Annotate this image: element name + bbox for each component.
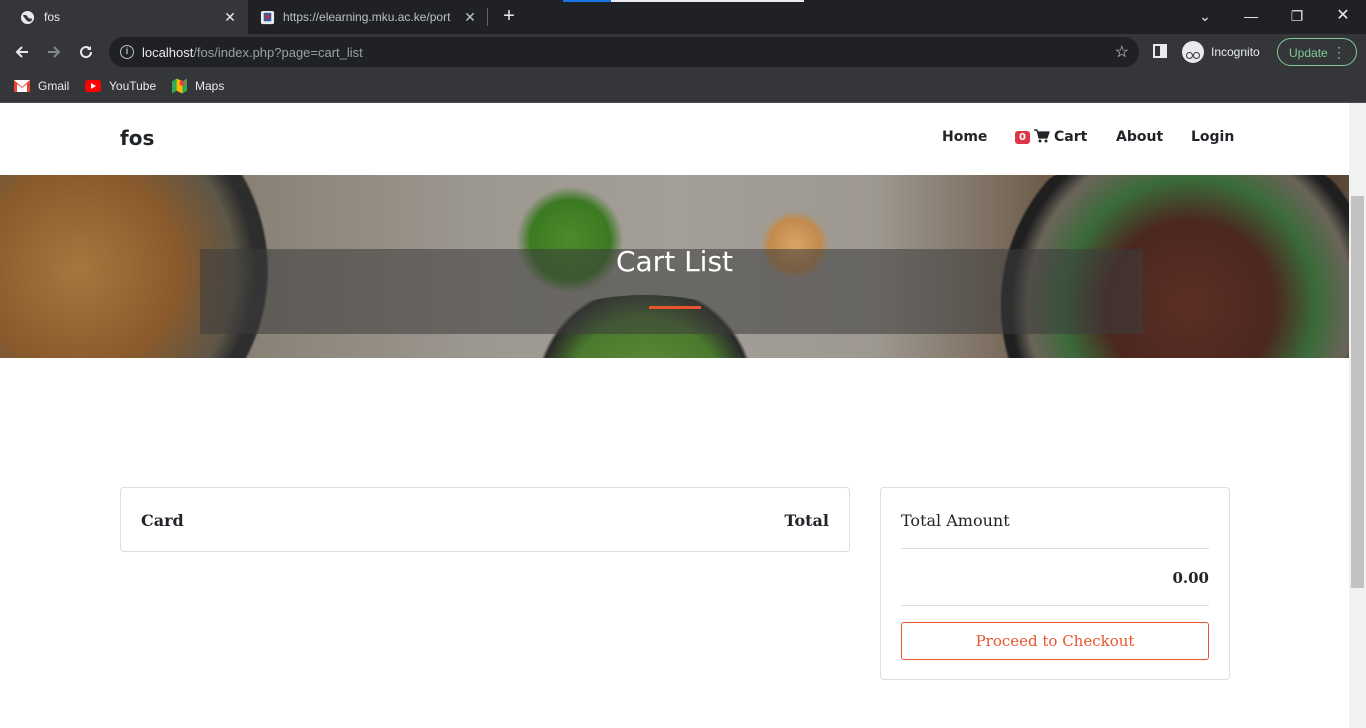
checkout-button[interactable]: Proceed to Checkout: [901, 622, 1209, 660]
bookmark-maps[interactable]: Maps: [172, 77, 224, 95]
menu-dots-icon: ⋮: [1332, 44, 1346, 60]
reload-icon[interactable]: [74, 41, 98, 63]
url-text[interactable]: localhost/fos/index.php?page=cart_list: [142, 45, 363, 60]
new-tab-icon[interactable]: +: [498, 6, 520, 28]
globe-icon: [20, 10, 35, 25]
scrollbar-thumb[interactable]: [1351, 196, 1364, 588]
page-viewport: fos Home 0 Cart About Login Cart List Car…: [0, 103, 1366, 728]
site-navbar: fos Home 0 Cart About Login: [0, 103, 1349, 175]
site-info-icon[interactable]: i: [120, 45, 134, 59]
nav-home[interactable]: Home: [942, 129, 987, 145]
nav-cart-label: Cart: [1053, 129, 1088, 145]
minimize-icon[interactable]: —: [1237, 4, 1265, 28]
close-icon[interactable]: ✕: [462, 9, 478, 25]
close-icon[interactable]: ✕: [222, 9, 238, 25]
tab-fos[interactable]: fos ✕: [0, 0, 248, 34]
cart-count-badge: 0: [1015, 131, 1030, 144]
order-summary: Total Amount 0.00 Proceed to Checkout: [880, 487, 1230, 680]
gmail-icon: [14, 80, 30, 92]
nav-cart[interactable]: 0 Cart: [1015, 129, 1087, 145]
divider: [901, 548, 1209, 549]
page-scrollbar[interactable]: [1349, 103, 1366, 728]
tab-elearning[interactable]: https://elearning.mku.ac.ke/port ✕: [250, 0, 486, 34]
bookmark-youtube[interactable]: YouTube: [85, 77, 156, 95]
youtube-icon: [85, 80, 101, 92]
tab-title: https://elearning.mku.ac.ke/port: [283, 10, 451, 24]
divider: [901, 605, 1209, 606]
forward-icon[interactable]: [42, 41, 66, 63]
tab-title: fos: [44, 10, 61, 24]
close-window-icon[interactable]: ✕: [1329, 4, 1357, 28]
incognito-icon[interactable]: [1182, 41, 1204, 63]
tab-separator: [487, 8, 488, 26]
site-favicon-icon: [260, 10, 275, 25]
tab-search-icon[interactable]: ⌄: [1191, 4, 1219, 28]
bookmark-gmail[interactable]: Gmail: [14, 77, 69, 95]
browser-toolbar: i localhost/fos/index.php?page=cart_list…: [0, 34, 1366, 70]
nav-login[interactable]: Login: [1191, 129, 1234, 145]
site-brand[interactable]: fos: [120, 126, 154, 150]
bookmarks-bar: Gmail YouTube Maps: [0, 70, 1366, 103]
restore-icon[interactable]: ❐: [1283, 4, 1311, 28]
total-amount-value: 0.00: [1172, 569, 1209, 587]
address-bar[interactable]: i localhost/fos/index.php?page=cart_list…: [109, 37, 1139, 67]
page-title: Cart List: [615, 245, 734, 278]
cart-column-item: Card: [141, 511, 184, 530]
cart-column-total: Total: [784, 511, 829, 530]
maps-icon: [172, 78, 187, 94]
shopping-cart-icon: [1033, 129, 1050, 143]
nav-about[interactable]: About: [1116, 129, 1163, 145]
title-underline: [649, 306, 701, 309]
back-icon[interactable]: [10, 41, 34, 63]
tab-strip: fos ✕ https://elearning.mku.ac.ke/port ✕…: [0, 0, 1366, 34]
hero-banner: Cart List: [0, 175, 1349, 358]
loading-indicator: [563, 0, 804, 2]
side-panel-icon[interactable]: [1153, 44, 1167, 58]
summary-title: Total Amount: [901, 511, 1010, 530]
bookmark-star-icon[interactable]: ☆: [1115, 42, 1129, 62]
cart-table: Card Total: [120, 487, 850, 552]
update-button[interactable]: Update ⋮: [1277, 38, 1357, 66]
incognito-label: Incognito: [1211, 45, 1260, 59]
